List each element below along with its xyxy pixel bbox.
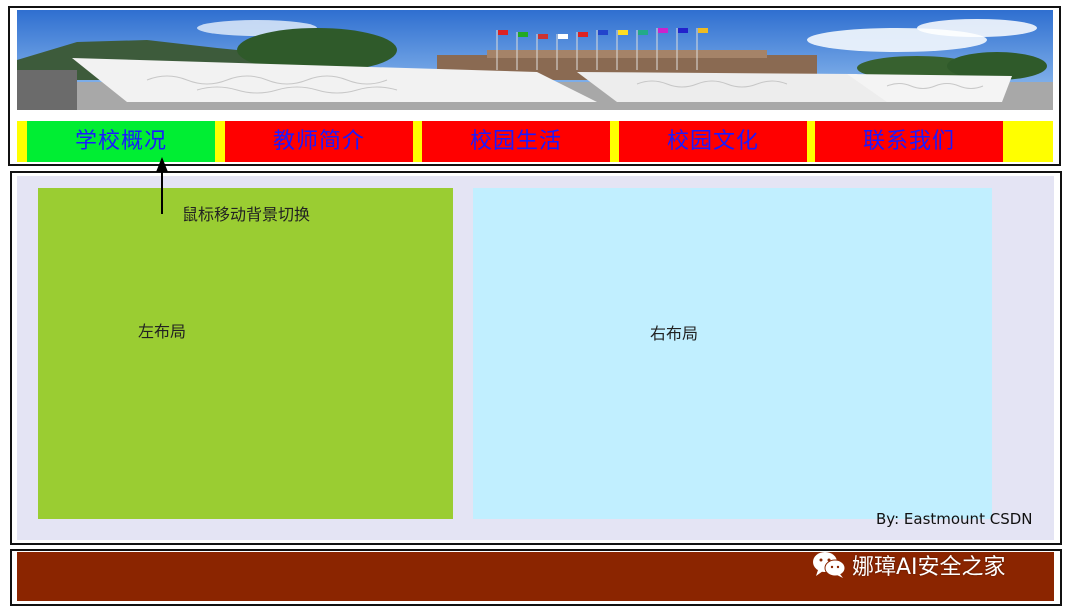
right-layout-label: 右布局 xyxy=(650,324,699,343)
wechat-icon xyxy=(812,551,846,579)
watermark: 娜璋AI安全之家 xyxy=(812,549,1006,581)
left-layout-panel xyxy=(38,188,453,519)
watermark-text: 娜璋AI安全之家 xyxy=(852,555,1006,580)
nav-item-campus-culture[interactable]: 校园文化 xyxy=(619,121,807,162)
annotation-note: 鼠标移动背景切换 xyxy=(182,205,311,224)
nav-item-school-overview[interactable]: 学校概况 xyxy=(27,121,215,162)
campus-banner-image xyxy=(17,10,1053,110)
nav-item-campus-life[interactable]: 校园生活 xyxy=(422,121,610,162)
nav-item-teacher-intro[interactable]: 教师简介 xyxy=(225,121,413,162)
left-layout-label: 左布局 xyxy=(138,322,187,341)
author-byline: By: Eastmount CSDN xyxy=(876,510,1033,528)
nav-item-contact-us[interactable]: 联系我们 xyxy=(815,121,1003,162)
annotation-arrow-icon xyxy=(150,156,174,216)
right-layout-panel xyxy=(473,188,992,519)
